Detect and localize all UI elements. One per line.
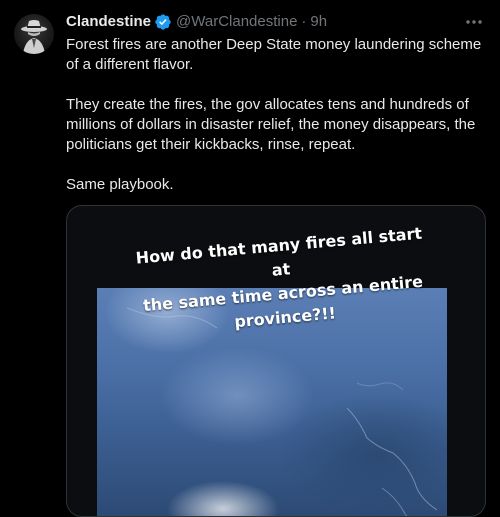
tweet-media-video[interactable]: How do that many fires all start at the … (66, 205, 486, 517)
avatar[interactable] (14, 14, 54, 54)
more-horizontal-icon[interactable] (464, 14, 484, 30)
verified-badge-icon (154, 13, 172, 31)
author-handle[interactable]: @WarClandestine (176, 12, 297, 32)
display-name[interactable]: Clandestine (66, 12, 151, 32)
spy-avatar-icon (21, 20, 47, 54)
timestamp[interactable]: 9h (310, 12, 327, 32)
separator-dot: · (301, 13, 307, 30)
tweet-paragraph: Forest fires are another Deep State mone… (66, 36, 482, 73)
tweet-text: Forest fires are another Deep State mone… (66, 35, 491, 195)
tweet-header: Clandestine @WarClandestine · 9h (66, 12, 327, 32)
tweet-paragraph: They create the fires, the gov allocates… (66, 96, 476, 153)
tweet[interactable]: Clandestine @WarClandestine · 9h Forest … (0, 0, 500, 517)
tweet-paragraph: Same playbook. (66, 176, 174, 193)
